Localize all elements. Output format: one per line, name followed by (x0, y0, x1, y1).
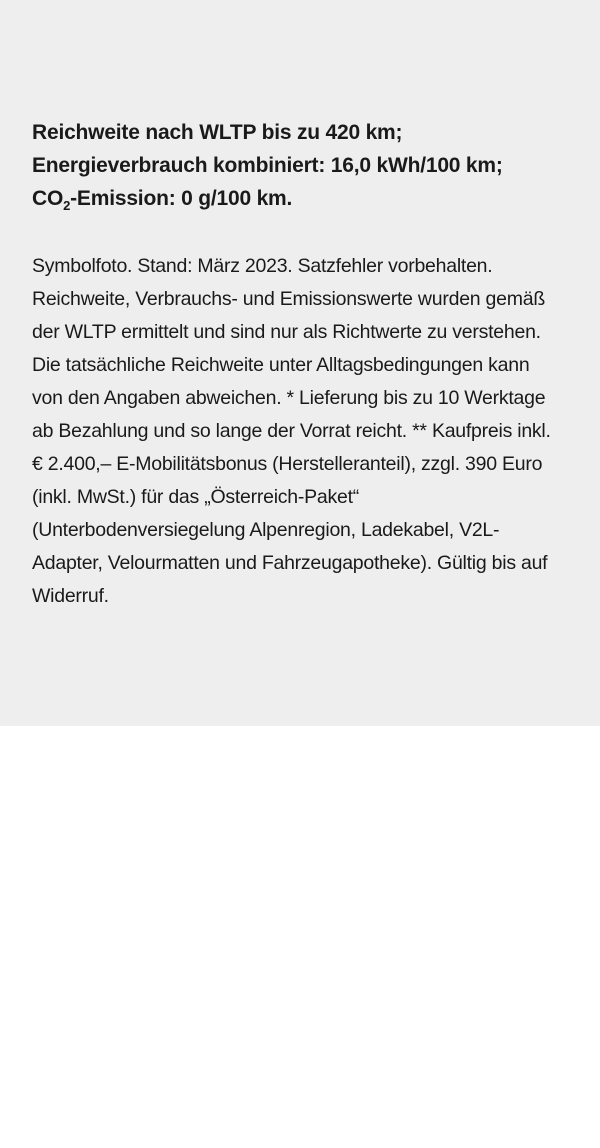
legal-info-panel: Reichweite nach WLTP bis zu 420 km; Ener… (0, 0, 600, 726)
co2-suffix: -Emission: 0 g/100 km. (70, 187, 293, 210)
vehicle-specs: Reichweite nach WLTP bis zu 420 km; Ener… (32, 116, 564, 215)
co2-prefix: CO (32, 187, 64, 210)
consumption-spec: Energieverbrauch kombiniert: 16,0 kWh/10… (32, 154, 503, 177)
co2-spec: CO2-Emission: 0 g/100 km. (32, 182, 564, 215)
disclaimer-text: Symbolfoto. Stand: März 2023. Satzfehler… (32, 255, 551, 607)
range-spec: Reichweite nach WLTP bis zu 420 km; (32, 121, 403, 144)
empty-area (0, 726, 600, 1148)
